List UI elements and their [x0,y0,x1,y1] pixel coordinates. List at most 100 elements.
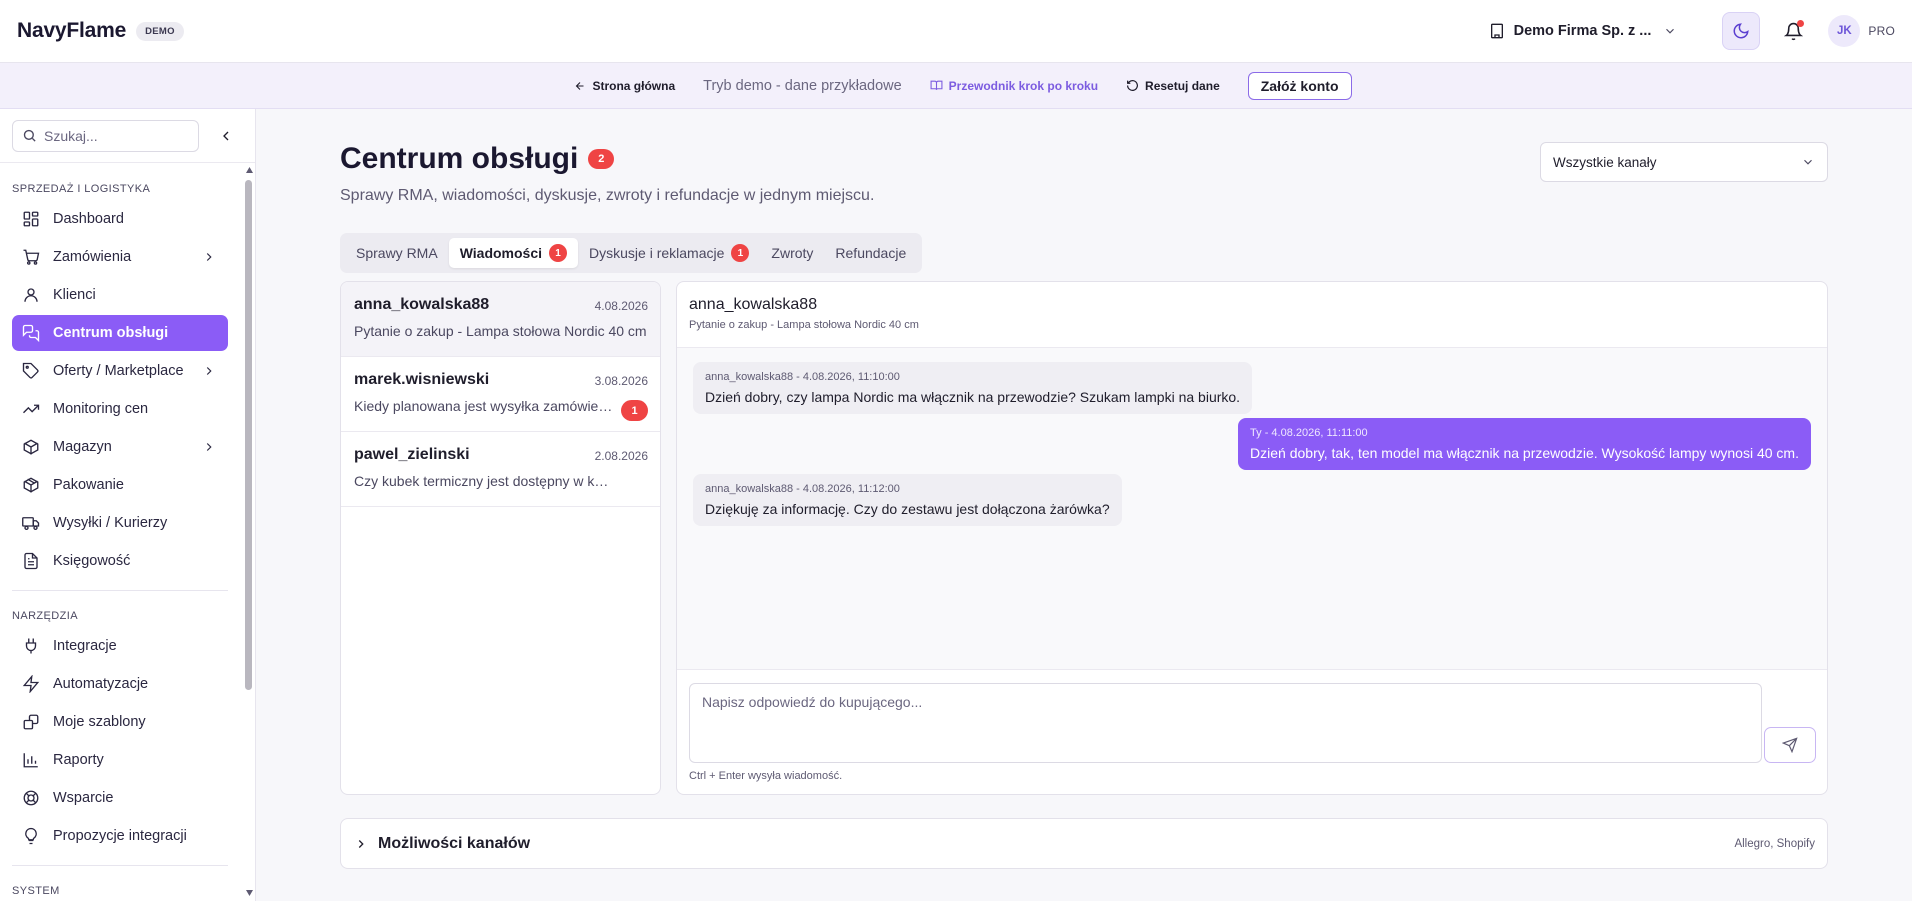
sidebar-item-service-center[interactable]: Centrum obsługi [12,315,228,351]
arrow-left-icon [576,81,584,90]
sidebar-item-warehouse[interactable]: Magazyn [12,429,228,465]
nav-section-title: SPRZEDAŻ I LOGISTYKA [12,183,151,195]
sidebar-item-label: Oferty / Marketplace [53,363,184,379]
lightbulb-icon [25,827,37,845]
moon-icon [1733,23,1750,39]
sidebar-item-accounting[interactable]: Księgowość [12,543,228,579]
truck-icon [22,517,40,531]
trend-icon [23,404,40,414]
top-header: NavyFlame DEMO Demo Firma Sp. z ... JK P… [0,0,1912,63]
reset-data-button[interactable]: Resetuj dane [1126,79,1220,93]
create-account-button[interactable]: Załóż konto [1247,71,1352,100]
conversation-preview: Kiedy planowana jest wysyłka zamówienia? [354,398,614,414]
chat-user-name: anna_kowalska88 [689,296,818,313]
search-input[interactable] [44,127,184,144]
page-title: Centrum obsługi 2 [340,142,615,176]
tab-refunds[interactable]: Refundacje [824,238,917,268]
conversation-preview: Pytanie o zakup - Lampa stołowa Nordic 4… [354,323,647,339]
sidebar-item-label: Zamówienia [53,249,132,265]
plug-icon [25,638,37,654]
company-switcher[interactable]: Demo Firma Sp. z ... [1489,23,1687,39]
service-tabs: Sprawy RMA Wiadomości 1 Dyskusje i reklam… [340,233,923,273]
scroll-up-arrow[interactable] [245,166,254,174]
sidebar: SPRZEDAŻ I LOGISTYKA Dashboard Zamówieni… [0,109,256,901]
list-item[interactable]: marek.wisniewski 3.08.2026 Kiedy planowa… [341,357,660,432]
sidebar-item-price-monitoring[interactable]: Monitoring cen [12,391,228,427]
sidebar-item-integration-proposals[interactable]: Propozycje integracji [12,818,228,854]
book-icon [930,80,943,90]
sidebar-item-customers[interactable]: Klienci [12,277,228,313]
reply-input[interactable] [689,683,1762,763]
home-link[interactable]: Strona główna [574,79,675,93]
guide-link[interactable]: Przewodnik krok po kroku [930,79,1098,93]
sidebar-item-label: Magazyn [53,439,112,455]
sidebar-item-packing[interactable]: Pakowanie [12,467,228,503]
message-meta: Ty - 4.08.2026, 11:11:00 [1250,427,1368,439]
sidebar-item-shipping[interactable]: Wysyłki / Kurierzy [12,505,228,541]
tab-rma[interactable]: Sprawy RMA [345,238,449,268]
collapse-sidebar-button[interactable] [216,126,236,146]
tab-label: Dyskusje i reklamacje [589,245,725,261]
templates-icon [23,714,39,730]
chat-icon [22,324,40,342]
guide-link-label: Przewodnik krok po kroku [948,78,1099,93]
conversation-preview: Czy kubek termiczny jest dostępny w kolo… [354,473,614,489]
message-bubble: anna_kowalska88 - 4.08.2026, 11:12:00 Dz… [693,474,1122,526]
chat-panel: anna_kowalska88 Pytanie o zakup - Lampa … [676,281,1828,795]
user-icon [24,288,38,302]
capabilities-title: Możliwości kanałów [378,834,531,852]
document-icon [24,552,38,570]
conversation-date: 4.08.2026 [594,299,648,313]
chat-subject: Pytanie o zakup - Lampa stołowa Nordic 4… [689,319,919,331]
sidebar-item-integrations[interactable]: Integracje [12,628,228,664]
channel-capabilities-panel[interactable]: Możliwości kanałów Allegro, Shopify [340,818,1828,869]
tab-badge: 1 [731,244,750,262]
tab-returns[interactable]: Zwroty [760,238,824,268]
header-actions: Demo Firma Sp. z ... JK PRO [1489,12,1895,50]
sidebar-item-offers[interactable]: Oferty / Marketplace [12,353,228,389]
sidebar-item-automations[interactable]: Automatyzacje [12,666,228,702]
tab-label: Wiadomości [459,245,543,261]
sidebar-item-dashboard[interactable]: Dashboard [12,201,228,237]
tab-badge: 1 [549,244,568,262]
sidebar-item-reports[interactable]: Raporty [12,742,228,778]
send-button[interactable] [1764,727,1816,763]
tab-label: Zwroty [771,245,814,261]
dashboard-icon [23,211,39,227]
demo-mode-label: Tryb demo - dane przykładowe [703,77,902,94]
bolt-icon [22,675,40,693]
sidebar-search[interactable] [12,119,199,152]
sidebar-item-templates[interactable]: Moje szablony [12,704,228,740]
sidebar-item-label: Pakowanie [53,477,124,493]
scroll-down-arrow[interactable] [245,889,254,897]
sidebar-item-support[interactable]: Wsparcie [12,780,228,816]
sidebar-item-orders[interactable]: Zamówienia [12,239,228,275]
sidebar-search-row [0,109,255,163]
sidebar-item-label: Integracje [53,638,117,654]
conversation-list: anna_kowalska88 4.08.2026 Pytanie o zaku… [340,281,661,795]
list-item[interactable]: anna_kowalska88 4.08.2026 Pytanie o zaku… [341,282,660,357]
list-item[interactable]: pawel_zielinski 2.08.2026 Czy kubek term… [341,432,660,507]
home-link-label: Strona główna [592,78,676,93]
message-text: Dzień dobry, tak, ten model ma włącznik … [1250,445,1799,461]
nav-section-title: SYSTEM [12,885,60,897]
unread-badge: 1 [621,400,648,421]
sidebar-item-label: Centrum obsługi [53,325,169,341]
sidebar-scrollbar[interactable] [245,180,252,690]
sidebar-item-label: Klienci [53,287,96,303]
tab-discussions[interactable]: Dyskusje i reklamacje 1 [578,238,760,268]
channel-filter-select[interactable]: Wszystkie kanały [1540,142,1828,182]
brand-logo[interactable]: NavyFlame [17,19,126,43]
reply-hint: Ctrl + Enter wysyła wiadomość. [689,770,843,782]
sidebar-item-label: Automatyzacje [53,676,149,692]
avatar[interactable]: JK [1828,15,1861,47]
demo-bar: Strona główna Tryb demo - dane przykłado… [0,63,1912,109]
theme-toggle-button[interactable] [1722,12,1761,50]
cart-icon [23,249,40,265]
notifications-button[interactable] [1778,16,1808,46]
message-bubble: Ty - 4.08.2026, 11:11:00 Dzień dobry, ta… [1238,418,1811,470]
tab-messages[interactable]: Wiadomości 1 [448,238,579,268]
plan-label: PRO [1868,24,1895,38]
tag-icon [22,362,39,379]
sidebar-nav: SPRZEDAŻ I LOGISTYKA Dashboard Zamówieni… [0,163,244,901]
